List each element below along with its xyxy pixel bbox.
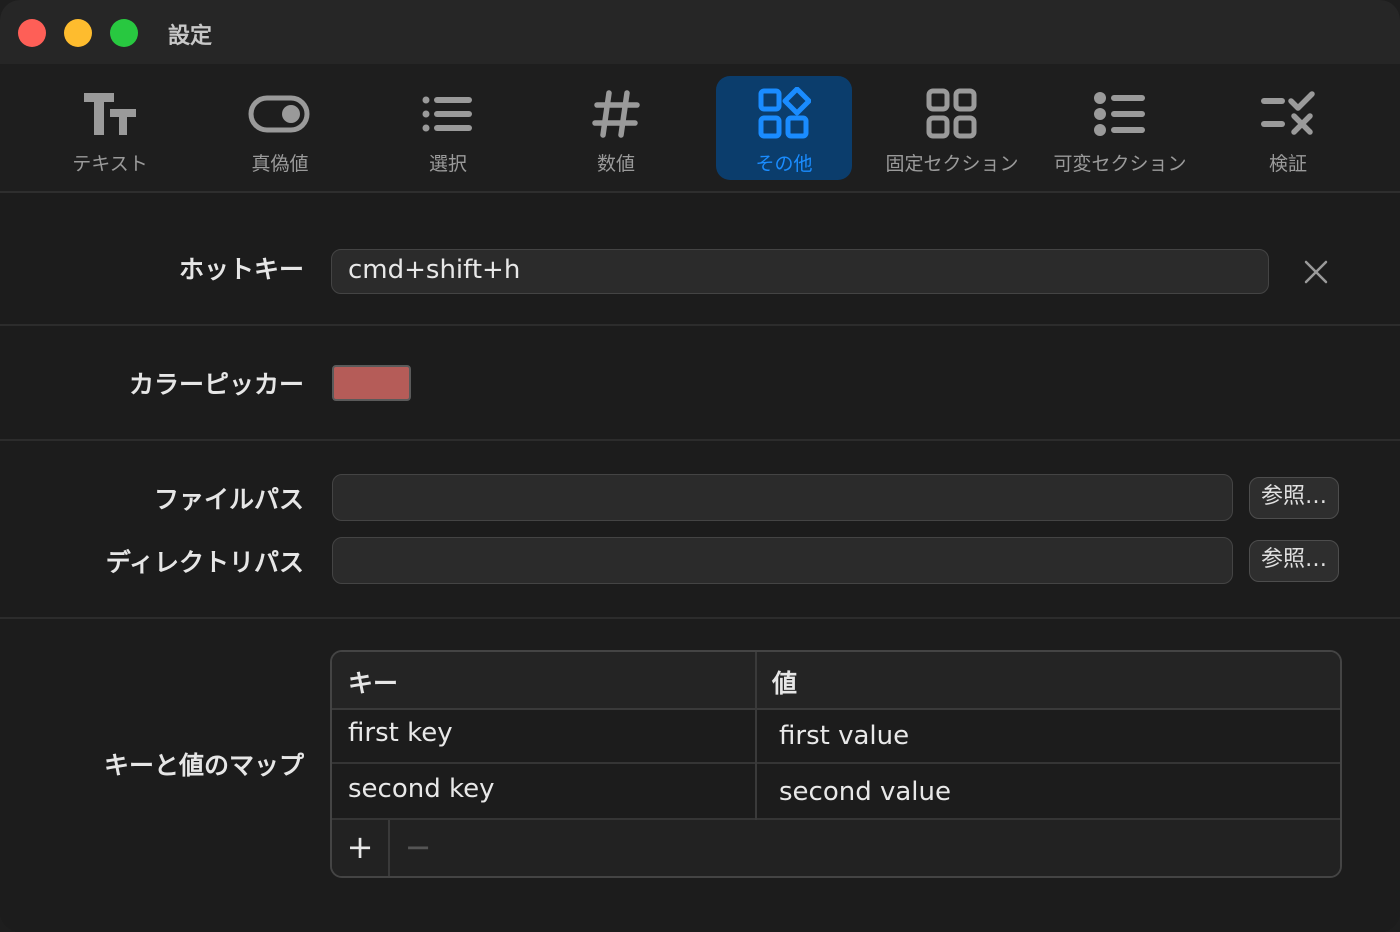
tab-other[interactable]: その他 [716,76,852,180]
key-cell[interactable]: second key [348,774,495,804]
column-divider [755,652,757,820]
bullet-list-icon [1052,86,1188,142]
tab-number[interactable]: 数値 [548,76,684,180]
tab-validation[interactable]: 検証 [1220,76,1356,180]
tab-label: 真偽値 [251,153,309,175]
directory-path-label: ディレクトリパス [105,548,304,577]
list-icon [380,86,516,142]
tab-fixed-sections[interactable]: 固定セクション [884,76,1020,180]
tab-text[interactable]: テキスト [42,76,178,180]
section-divider [0,324,1400,326]
checklist-icon [1220,86,1356,142]
directory-browse-button[interactable]: 参照… [1249,540,1339,582]
directory-path-field[interactable] [332,537,1233,584]
close-icon [1304,260,1328,284]
tab-label: 固定セクション [885,153,1019,175]
tab-label: 数値 [596,153,635,175]
file-path-field[interactable] [332,474,1233,521]
clear-hotkey-button[interactable] [1302,258,1330,286]
zoom-window-button[interactable] [110,19,138,47]
key-value-table: キー 値 first key first value second key se… [330,650,1342,878]
value-cell[interactable]: first value [779,721,909,751]
key-value-map-label: キーと値のマップ [103,751,304,780]
tab-selection[interactable]: 選択 [380,76,516,180]
column-header-key[interactable]: キー [348,664,398,700]
table-row[interactable]: first key first value [332,708,1340,764]
toggle-icon [212,86,348,142]
tab-label: 選択 [428,153,467,175]
color-well[interactable] [332,365,411,401]
column-header-value[interactable]: 値 [772,664,797,700]
text-size-icon [42,86,178,142]
number-sign-icon [548,86,684,142]
tab-boolean[interactable]: 真偽値 [212,76,348,180]
tab-label: テキスト [72,153,148,175]
section-divider [0,617,1400,619]
preferences-toolbar: テキスト 真偽値 選択 数値 その他 固定セクション 可変セクション 検証 [0,64,1400,193]
tab-label: 検証 [1268,153,1307,175]
tab-variable-sections[interactable]: 可変セクション [1052,76,1188,180]
section-divider [0,439,1400,441]
close-window-button[interactable] [18,19,46,47]
key-cell[interactable]: first key [348,718,453,748]
file-path-label: ファイルパス [153,485,304,514]
table-row[interactable]: second key second value [332,764,1340,820]
add-row-button[interactable]: + [332,820,390,876]
title-bar: 設定 [0,0,1400,64]
tab-label: 可変セクション [1053,153,1187,175]
file-browse-button[interactable]: 参照… [1249,477,1339,519]
grid-2x2-icon [884,86,1020,142]
remove-row-button[interactable]: − [390,820,446,876]
hotkey-label: ホットキー [178,255,304,284]
tab-label: その他 [755,153,813,175]
table-header: キー 値 [332,652,1340,710]
value-cell[interactable]: second value [779,777,951,807]
minimize-window-button[interactable] [64,19,92,47]
hotkey-field[interactable]: cmd+shift+h [331,249,1269,294]
table-footer: + − [332,820,1340,876]
shapes-grid-icon [716,86,852,142]
window-title: 設定 [168,24,213,49]
color-picker-label: カラーピッカー [128,370,304,399]
settings-window: 設定 テキスト 真偽値 選択 数値 その他 固定セクション 可変セクション 検証… [0,0,1400,932]
